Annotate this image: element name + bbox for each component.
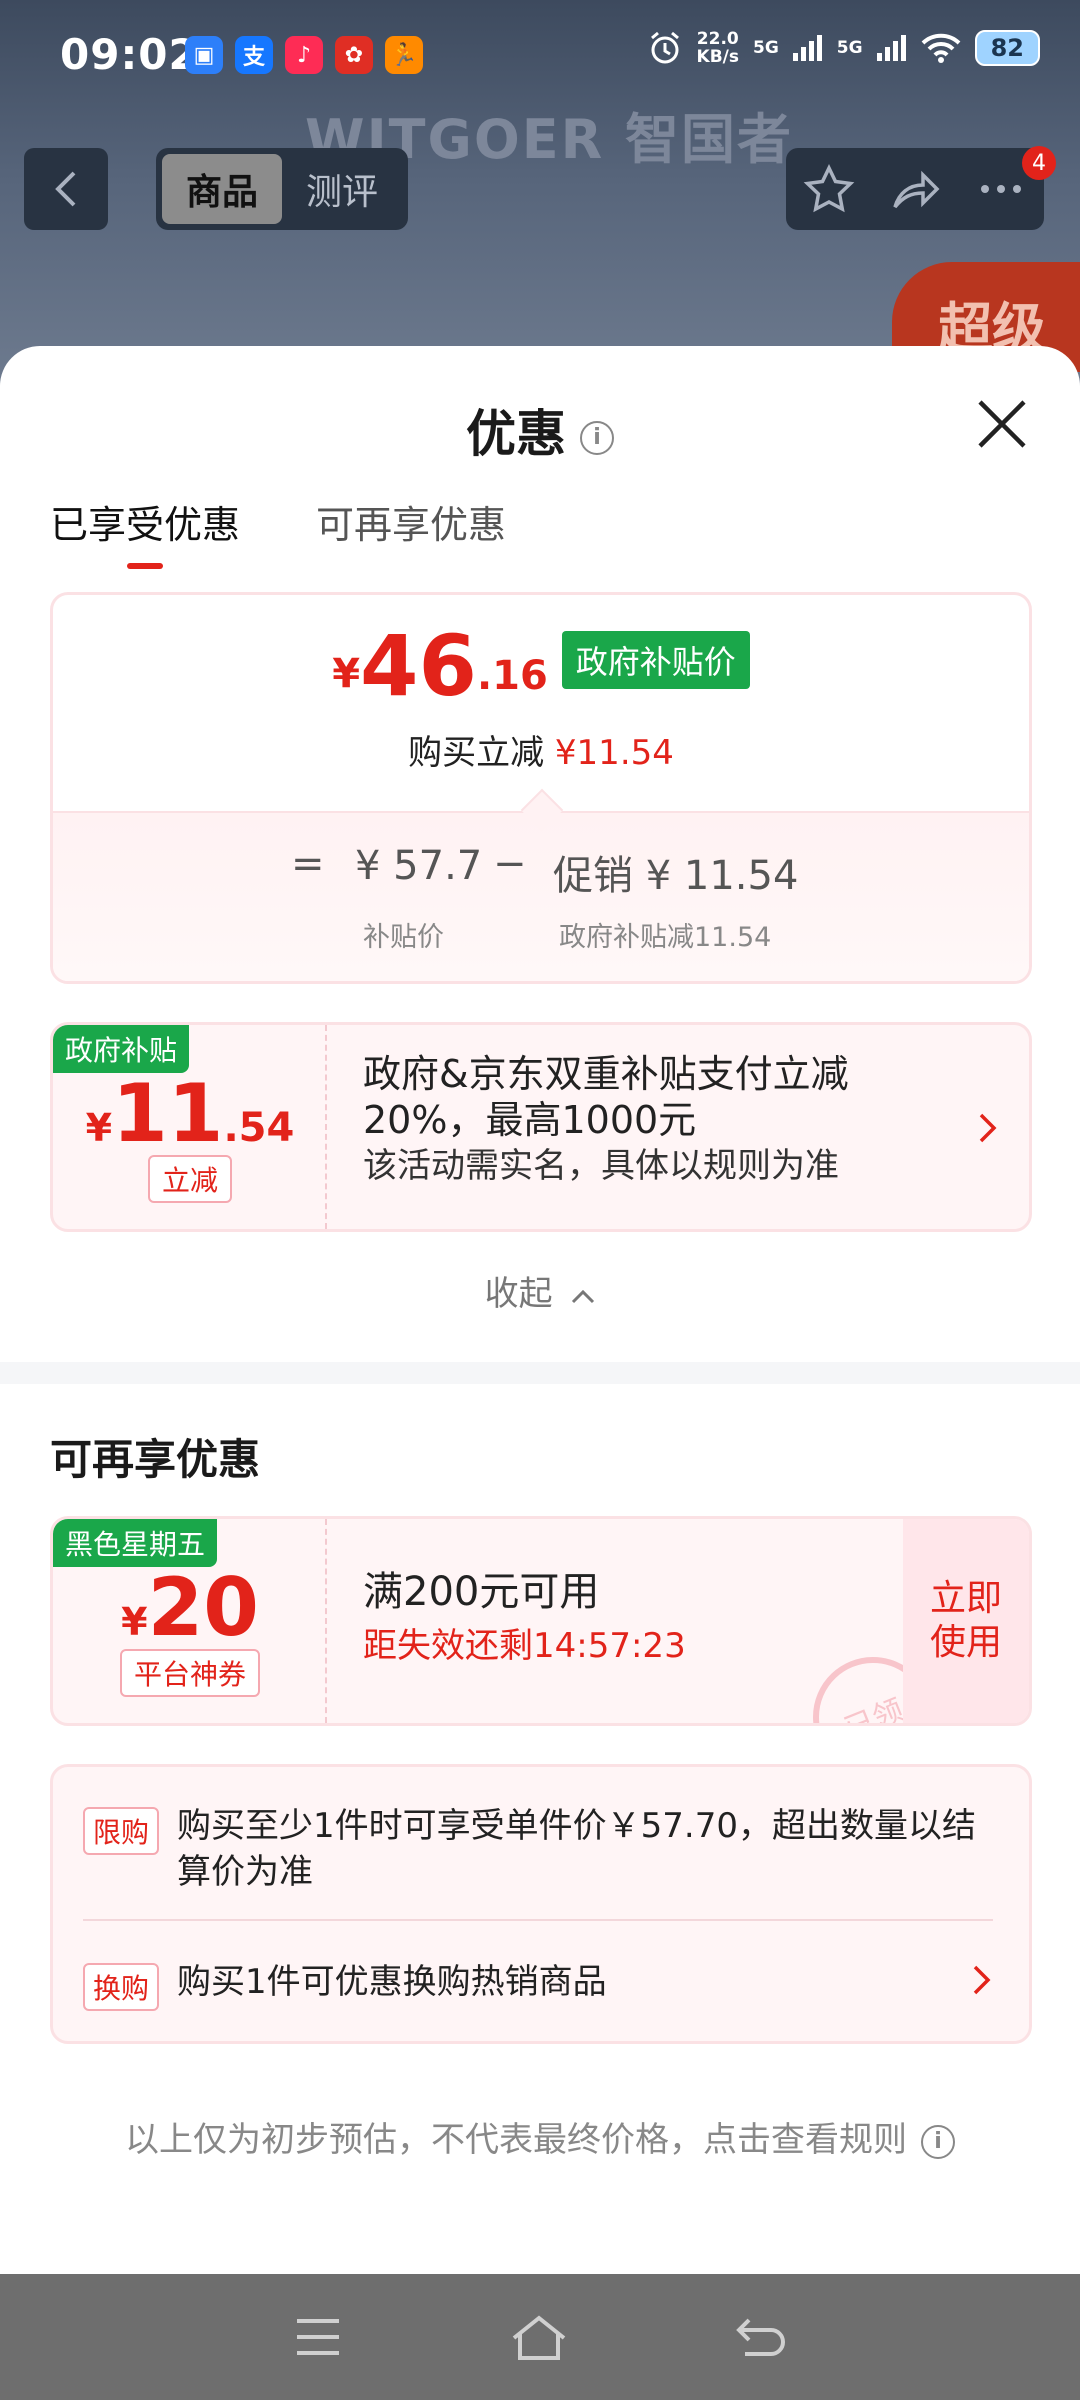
discount-sheet: 优惠 i 已享受优惠 可再享优惠 ¥ 46 .16 政府补贴价 购买立减 ¥11.…: [0, 346, 1080, 2274]
limit-text: 购买至少1件时可享受单件价￥57.70，超出数量以结算价为准: [177, 1806, 976, 1892]
chevron-right-icon: [979, 1113, 997, 1143]
footer-note[interactable]: 以上仅为初步预估，不代表最终价格，点击查看规则 i: [0, 2112, 1080, 2161]
system-navigation-bar: [0, 2274, 1080, 2400]
black-friday-coupon: 黑色星期五 ¥20 平台神券 满200元可用 距失效还剩14:57:23 已领 …: [50, 1516, 1032, 1726]
rules-divider: [83, 1919, 993, 1921]
signal-5g-label-2: 5G: [836, 38, 863, 58]
exchange-tag: 换购: [83, 1963, 160, 2011]
gov-subsidy-price-tag: 政府补贴价: [561, 631, 750, 689]
price-breakdown-card: ¥ 46 .16 政府补贴价 购买立减 ¥11.54 = ¥ 57.7 补贴价 …: [50, 592, 1032, 984]
equals-sign: =: [291, 841, 325, 887]
promo-value: 促销 ¥ 11.54: [553, 853, 799, 899]
runner-app-icon: 🏃: [385, 36, 423, 74]
battery-indicator: 82: [974, 30, 1040, 66]
background-page: 09:02 ▣ 支 ♪ ✿ 🏃 22.0 KB/s 5G 5G 82 WITGOE…: [0, 0, 1080, 400]
currency-symbol: ¥: [332, 651, 361, 697]
notification-icons: ▣ 支 ♪ ✿ 🏃: [185, 36, 423, 74]
shopping-app-icon: ✿: [335, 36, 373, 74]
menu-icon[interactable]: [293, 2315, 343, 2359]
coupon-sub-tag: 平台神券: [53, 1649, 327, 1697]
chevron-right-icon: [973, 1965, 991, 1995]
base-price-value: ¥ 57.7: [355, 843, 483, 889]
signal-bars-icon: [792, 35, 822, 61]
coupon-description: 满200元可用 距失效还剩14:57:23: [363, 1569, 943, 1669]
chevron-up-icon: [572, 1289, 595, 1303]
status-time: 09:02: [60, 30, 199, 79]
wifi-icon: [921, 33, 960, 63]
limit-tag: 限购: [83, 1807, 160, 1855]
douyin-icon: ♪: [285, 36, 323, 74]
minus-sign: −: [493, 841, 527, 887]
net-speed: 22.0 KB/s: [696, 29, 739, 67]
coupon-note: 该活动需实名，具体以规则为准: [363, 1146, 839, 1186]
close-icon[interactable]: [974, 396, 1030, 452]
coupon-amount-area: 政府补贴 ¥11.54 立减: [53, 1025, 327, 1229]
info-icon[interactable]: i: [580, 420, 614, 455]
promo-label: 政府补贴减11.54: [559, 922, 772, 953]
chevron-left-icon: [55, 171, 76, 207]
info-icon: i: [921, 2124, 955, 2159]
coupon-amount-area: 黑色星期五 ¥20 平台神券: [53, 1519, 327, 1723]
more-discounts-title: 可再享优惠: [50, 1435, 261, 1484]
share-icon[interactable]: [889, 163, 941, 215]
price-formula: = ¥ 57.7 补贴价 − 促销 ¥ 11.54 政府补贴减11.54: [53, 811, 1029, 981]
section-divider: [0, 1362, 1080, 1384]
back-button[interactable]: [24, 148, 108, 230]
coupon-tag: 黑色星期五: [53, 1519, 218, 1567]
home-icon[interactable]: [510, 2312, 568, 2362]
coupon-sub-tag: 立减: [53, 1155, 327, 1203]
exchange-text: 购买1件可优惠换购热销商品: [177, 1962, 607, 2002]
purchase-rules-card: 限购 购买至少1件时可享受单件价￥57.70，超出数量以结算价为准 换购 购买1…: [50, 1764, 1032, 2044]
final-price-area: ¥ 46 .16 政府补贴价 购买立减 ¥11.54: [53, 595, 1029, 811]
star-icon[interactable]: [803, 163, 855, 215]
collapse-button[interactable]: 收起: [0, 1266, 1080, 1315]
signal-5g-label-1: 5G: [753, 38, 779, 58]
coupon-amount: ¥11.54: [85, 1067, 295, 1160]
tab-review[interactable]: 测评: [282, 154, 402, 224]
coupon-tag: 政府补贴: [53, 1025, 190, 1073]
more-icon[interactable]: [975, 163, 1027, 215]
coupon-condition: 满200元可用: [363, 1569, 600, 1615]
top-actions: [786, 148, 1044, 230]
tab-enjoyed-discounts[interactable]: 已享受优惠: [50, 494, 240, 569]
alipay-icon: 支: [235, 36, 273, 74]
coupon-description: 政府&京东双重补贴支付立减20%，最高1000元 该活动需实名，具体以规则为准: [363, 1051, 943, 1189]
chat-app-icon: ▣: [185, 36, 223, 74]
tab-more-discounts[interactable]: 可再享优惠: [316, 494, 506, 569]
signal-bars-icon: [876, 35, 906, 61]
instant-cut-line: 购买立减 ¥11.54: [408, 733, 674, 773]
status-bar: 09:02 ▣ 支 ♪ ✿ 🏃 22.0 KB/s 5G 5G 82: [0, 0, 1080, 110]
final-price-integer: 46: [360, 617, 477, 715]
final-price-decimal: .16: [476, 653, 548, 699]
coupon-amount: ¥20: [121, 1561, 259, 1654]
status-indicators: 22.0 KB/s 5G 5G 82: [647, 30, 1040, 66]
alarm-icon: [650, 31, 679, 64]
use-now-button[interactable]: 立即使用: [903, 1519, 1029, 1723]
gov-subsidy-coupon[interactable]: 政府补贴 ¥11.54 立减 政府&京东双重补贴支付立减20%，最高1000元 …: [50, 1022, 1032, 1232]
more-badge: 4: [1022, 146, 1056, 180]
back-nav-icon[interactable]: [735, 2312, 787, 2362]
tab-product[interactable]: 商品: [162, 154, 282, 224]
product-review-tabs: 商品 测评: [156, 148, 408, 230]
coupon-title: 政府&京东双重补贴支付立减20%，最高1000元: [363, 1052, 849, 1142]
instant-cut-value: ¥11.54: [554, 733, 674, 773]
base-price-label: 补贴价: [363, 922, 444, 953]
discount-tabs: 已享受优惠 可再享优惠: [50, 494, 506, 569]
sheet-title: 优惠 i: [0, 394, 1080, 466]
